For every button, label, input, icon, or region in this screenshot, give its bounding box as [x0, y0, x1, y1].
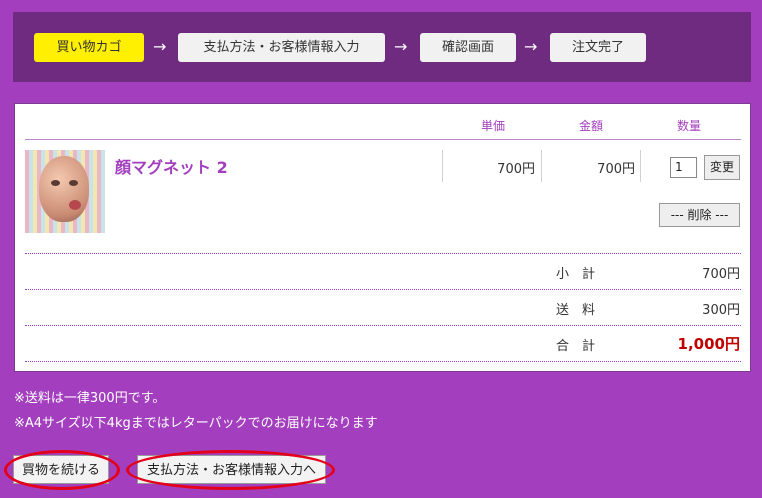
eye-shape: [69, 180, 78, 186]
quantity-input[interactable]: 1: [670, 157, 697, 178]
row-divider: [25, 325, 741, 326]
total-label: 合 計: [556, 339, 596, 354]
product-name[interactable]: 顔マグネット 2: [115, 154, 228, 178]
step-cart: 買い物カゴ: [34, 33, 144, 62]
total-value: 1,000円: [677, 335, 740, 353]
checkout-steps: 買い物カゴ → 支払方法・お客様情報入力 → 確認画面 → 注文完了: [13, 12, 751, 82]
column-quantity: 数量: [676, 119, 701, 133]
step-arrow-icon: →: [524, 37, 538, 56]
step-arrow-icon: →: [394, 37, 408, 56]
amount-value: 700円: [597, 162, 635, 177]
step-complete: 注文完了: [550, 33, 646, 62]
shipping-value: 300円: [702, 303, 740, 318]
header-divider: [25, 139, 741, 140]
step-payment-info: 支払方法・お客様情報入力: [178, 33, 385, 62]
cart-panel: 単価 金額 数量 顔マグネット 2 700円 700円 1 変更 --- 削除 …: [14, 103, 751, 372]
row-divider: [25, 361, 741, 362]
step-confirm: 確認画面: [420, 33, 516, 62]
step-arrow-icon: →: [153, 37, 167, 56]
subtotal-value: 700円: [702, 267, 740, 282]
mouth-shape: [69, 200, 81, 210]
delivery-note: ※A4サイズ以下4kgまではレターパックでのお届けになります: [14, 416, 378, 431]
eye-shape: [51, 180, 60, 186]
unit-price-value: 700円: [497, 162, 535, 177]
delete-item-button[interactable]: --- 削除 ---: [659, 203, 740, 227]
change-quantity-button[interactable]: 変更: [704, 155, 740, 180]
continue-shopping-button[interactable]: 買物を続ける: [13, 455, 109, 484]
subtotal-label: 小 計: [556, 267, 596, 282]
face-image: [39, 156, 89, 222]
shipping-note: ※送料は一律300円です。: [14, 391, 166, 406]
column-divider: [640, 150, 641, 182]
column-divider: [541, 150, 542, 182]
column-divider: [442, 150, 443, 182]
row-divider: [25, 289, 741, 290]
shipping-label: 送 料: [556, 303, 596, 318]
column-amount: 金額: [578, 119, 603, 133]
column-unit-price: 単価: [480, 119, 505, 133]
row-divider: [25, 253, 741, 254]
product-image[interactable]: [25, 150, 105, 233]
proceed-to-checkout-button[interactable]: 支払方法・お客様情報入力へ: [137, 455, 326, 484]
